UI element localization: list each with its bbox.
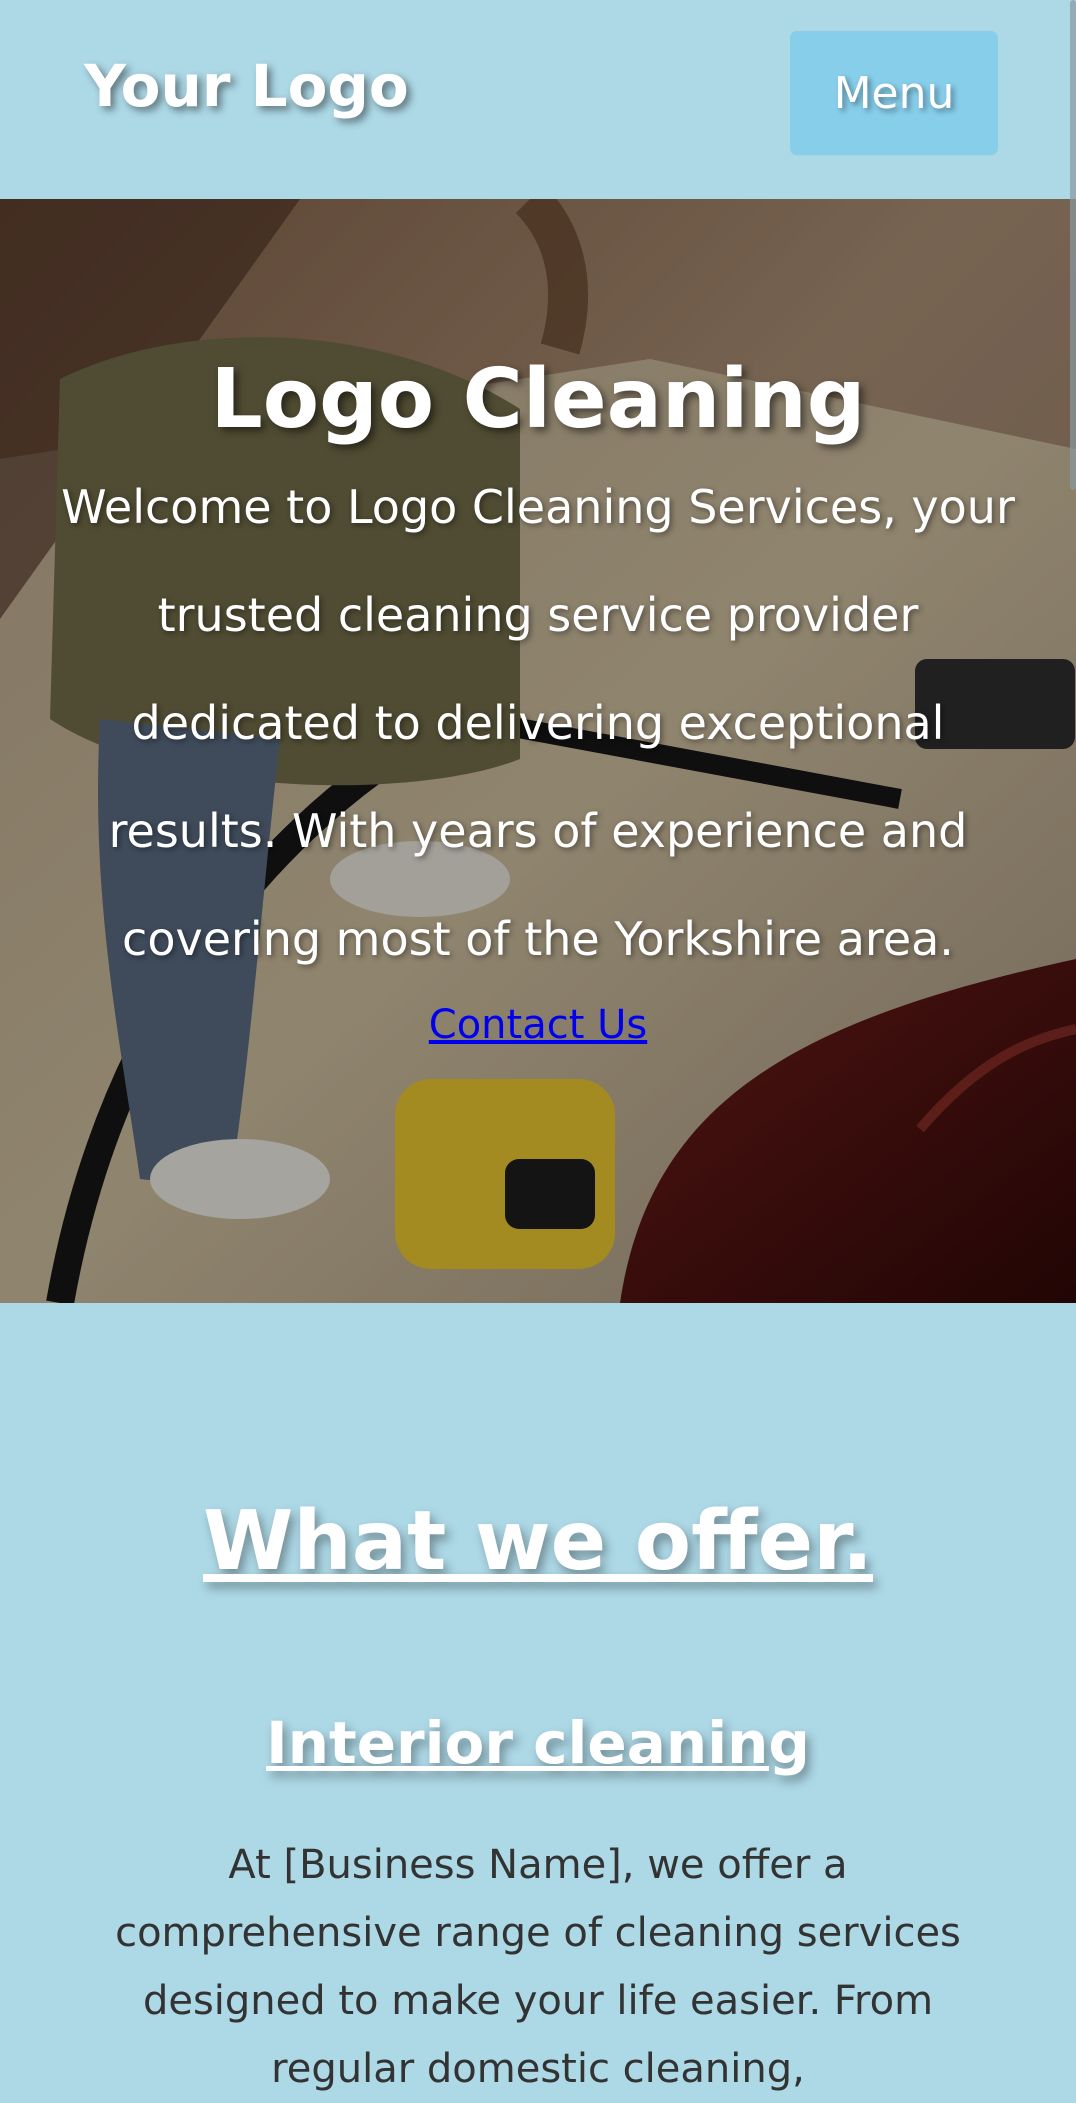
scrollbar[interactable]: [1070, 0, 1076, 490]
service-description: At [Business Name], we offer a comprehen…: [115, 1842, 961, 2092]
hero-description: Welcome to Logo Cleaning Services, your …: [61, 480, 1015, 967]
site-header: Your Logo Menu: [0, 0, 1076, 199]
contact-us-link[interactable]: Contact Us: [429, 993, 647, 1057]
service-title: Interior cleaning: [266, 1709, 810, 1777]
menu-button[interactable]: Menu: [790, 31, 998, 155]
hero-title: Logo Cleaning: [210, 352, 866, 447]
hero-section: Logo Cleaning Welcome to Logo Cleaning S…: [0, 199, 1076, 1303]
offer-title: What we offer.: [202, 1494, 874, 1589]
site-logo[interactable]: Your Logo: [84, 52, 409, 120]
hero-content: Logo Cleaning Welcome to Logo Cleaning S…: [40, 352, 1036, 1057]
offer-section: What we offer. Interior cleaning At [Bus…: [0, 1303, 1076, 2092]
